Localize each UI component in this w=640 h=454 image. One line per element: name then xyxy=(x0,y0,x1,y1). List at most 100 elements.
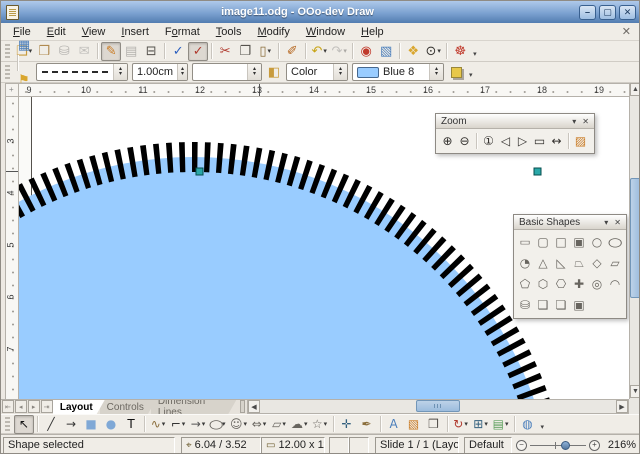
shape-circle-pie-button[interactable]: ◔ xyxy=(516,253,534,272)
dropdown-arrow-icon[interactable]: ▾ xyxy=(304,420,308,428)
stars-button[interactable]: ☆▾ xyxy=(310,415,330,434)
navigator-button[interactable]: ◉ xyxy=(356,42,376,61)
shape-rectangle-button[interactable]: ▭ xyxy=(516,232,534,251)
horizontal-ruler[interactable]: 910111213141516171819 xyxy=(19,83,629,97)
shape-parallelogram-button[interactable]: ▱ xyxy=(606,253,624,272)
zoom-next-button[interactable]: ▷ xyxy=(514,132,531,150)
shape-ring-button[interactable]: ◎ xyxy=(588,274,606,293)
print-button[interactable]: ⊟ xyxy=(141,42,161,61)
basic-shapes-floating-toolbar[interactable]: Basic Shapes ▾ ✕ ▭▢□▣○○◔△◺⏢◇▱⬠⬡⎔✚◎◠⛁❑❏▣ xyxy=(513,214,627,319)
dropdown-arrow-icon[interactable]: ▾ xyxy=(202,420,206,428)
last-page-button[interactable]: ⇥ xyxy=(41,400,53,413)
dropdown-arrow-icon[interactable]: ▾ xyxy=(162,420,166,428)
zoom-percentage[interactable]: 216% xyxy=(602,439,639,451)
autospellcheck-button[interactable]: ✓ xyxy=(188,42,208,61)
menu-format[interactable]: Format xyxy=(157,25,208,39)
shape-diamond-button[interactable]: ◇ xyxy=(588,253,606,272)
shape-rounded-square-button[interactable]: ▣ xyxy=(570,232,588,251)
line-style-select[interactable]: ▴▾ xyxy=(36,63,128,81)
scroll-right-button[interactable]: ▶ xyxy=(616,400,628,413)
shape-folded-corner-button[interactable]: ❏ xyxy=(552,295,570,314)
shape-regular-pentagon-button[interactable]: ⬠ xyxy=(516,274,534,293)
line-style-spinner[interactable]: ▴▾ xyxy=(113,64,127,80)
close-button[interactable]: ✕ xyxy=(619,5,636,20)
optimal-view-button[interactable]: ▨ xyxy=(572,132,589,150)
select-button[interactable]: ↖ xyxy=(14,415,34,434)
fill-color-select[interactable]: Blue 8 ▴▾ xyxy=(352,63,444,81)
zoom-in-button[interactable]: ⊕ xyxy=(439,132,456,150)
shape-isosceles-triangle-button[interactable]: △ xyxy=(534,253,552,272)
tab-layout[interactable]: Layout xyxy=(53,400,105,414)
selected-circle-shape[interactable] xyxy=(19,157,554,399)
symbol-shapes-button[interactable]: ☺▾ xyxy=(228,415,249,434)
dropdown-arrow-icon[interactable]: ▾ xyxy=(484,420,488,428)
dropdown-arrow-icon[interactable]: ▾ xyxy=(505,420,509,428)
gallery-button[interactable]: ▧ xyxy=(376,42,396,61)
shape-trapezoid-button[interactable]: ⏢ xyxy=(570,253,588,272)
copy-button[interactable]: ❐ xyxy=(235,42,255,61)
scroll-down-button[interactable]: ▼ xyxy=(630,385,640,398)
zoom-button[interactable]: ⊙▾ xyxy=(423,42,443,61)
scroll-up-button[interactable]: ▲ xyxy=(630,83,640,96)
menu-tools[interactable]: Tools xyxy=(208,25,250,39)
shape-circle-button[interactable]: ○ xyxy=(588,232,606,251)
tab-scrollbar-splitter[interactable] xyxy=(240,400,245,413)
line-width-spinner[interactable]: 1.00cm ▴▾ xyxy=(132,63,188,81)
callouts-button[interactable]: ☁▾ xyxy=(289,415,310,434)
ellipse-button[interactable]: ● xyxy=(101,415,121,434)
flowcharts-button[interactable]: ▱▾ xyxy=(269,415,289,434)
menu-insert[interactable]: Insert xyxy=(113,25,157,39)
shape-rounded-rectangle-button[interactable]: ▢ xyxy=(534,232,552,251)
dropdown-arrow-icon[interactable]: ▾ xyxy=(263,420,267,428)
menu-help[interactable]: Help xyxy=(353,25,392,39)
fill-type-select[interactable]: Color ▴▾ xyxy=(286,63,348,81)
display-grid-button[interactable]: ❖ xyxy=(403,42,423,61)
edit-points-button[interactable]: ✛ xyxy=(337,415,357,434)
menu-window[interactable]: Window xyxy=(298,25,353,39)
entire-page-button[interactable]: ▭ xyxy=(531,132,548,150)
shapes-panel-titlebar[interactable]: Basic Shapes ▾ ✕ xyxy=(514,215,626,230)
zoom-floating-toolbar[interactable]: Zoom ▾ ✕ ⊕⊖①◁▷▭↔▨ xyxy=(435,113,595,154)
zoom-previous-button[interactable]: ◁ xyxy=(497,132,514,150)
line-button[interactable]: ╱ xyxy=(41,415,61,434)
dropdown-arrow-icon[interactable]: ▾ xyxy=(324,420,328,428)
shape-right-triangle-button[interactable]: ◺ xyxy=(552,253,570,272)
next-page-button[interactable]: ▸ xyxy=(28,400,40,413)
connector-button[interactable]: ⌐▾ xyxy=(168,415,188,434)
object-size-cell[interactable]: ▭ 12.00 x 11.56 xyxy=(261,437,325,454)
toolbar-grip[interactable] xyxy=(5,417,10,432)
previous-page-button[interactable]: ◂ xyxy=(15,400,27,413)
shadow-button[interactable] xyxy=(446,63,466,82)
minimize-button[interactable]: – xyxy=(579,5,596,20)
selection-handle[interactable] xyxy=(196,168,203,175)
block-arrows-button[interactable]: ⇔▾ xyxy=(249,415,269,434)
toolbar-grip[interactable] xyxy=(5,44,10,59)
dropdown-arrow-icon[interactable]: ▾ xyxy=(323,47,327,55)
lines-and-arrows-button[interactable]: →▾ xyxy=(188,415,208,434)
dropdown-arrow-icon[interactable]: ▾ xyxy=(343,47,347,55)
spellcheck-button[interactable]: ✓ xyxy=(168,42,188,61)
panel-close-icon[interactable]: ✕ xyxy=(582,117,589,126)
dropdown-arrow-icon[interactable]: ▾ xyxy=(267,47,271,55)
selection-handle[interactable] xyxy=(534,168,541,175)
cursor-position-cell[interactable]: ⌖ 6.04 / 3.52 xyxy=(181,437,261,454)
close-document-button[interactable]: ✕ xyxy=(616,25,637,38)
paste-button[interactable]: ▯▾ xyxy=(255,42,275,61)
zoom-slider[interactable]: − + xyxy=(516,440,600,451)
rotate-button[interactable]: ↻▾ xyxy=(451,415,471,434)
zoom-out-button[interactable]: ⊖ xyxy=(456,132,473,150)
tab-controls[interactable]: Controls xyxy=(100,400,156,414)
clone-formatting-button[interactable]: ✐ xyxy=(282,42,302,61)
arrow-button[interactable]: → xyxy=(61,415,81,434)
arrange-button[interactable]: ▤▾ xyxy=(491,415,511,434)
vertical-scrollbar[interactable]: ▲ ▼ xyxy=(629,83,640,399)
dropdown-arrow-icon[interactable]: ▾ xyxy=(244,420,248,428)
line-color-select[interactable]: ▴▾ xyxy=(192,63,262,81)
shape-cross-button[interactable]: ✚ xyxy=(570,274,588,293)
panel-close-icon[interactable]: ✕ xyxy=(614,218,621,227)
horizontal-scrollbar[interactable]: ◀ ▶ xyxy=(247,399,629,414)
glue-points-button[interactable]: ✒ xyxy=(357,415,377,434)
from-file-button[interactable]: ▧ xyxy=(404,415,424,434)
maximize-button[interactable]: ▢ xyxy=(599,5,616,20)
slide-info-cell[interactable]: Slide 1 / 1 (Layout) xyxy=(375,437,459,454)
